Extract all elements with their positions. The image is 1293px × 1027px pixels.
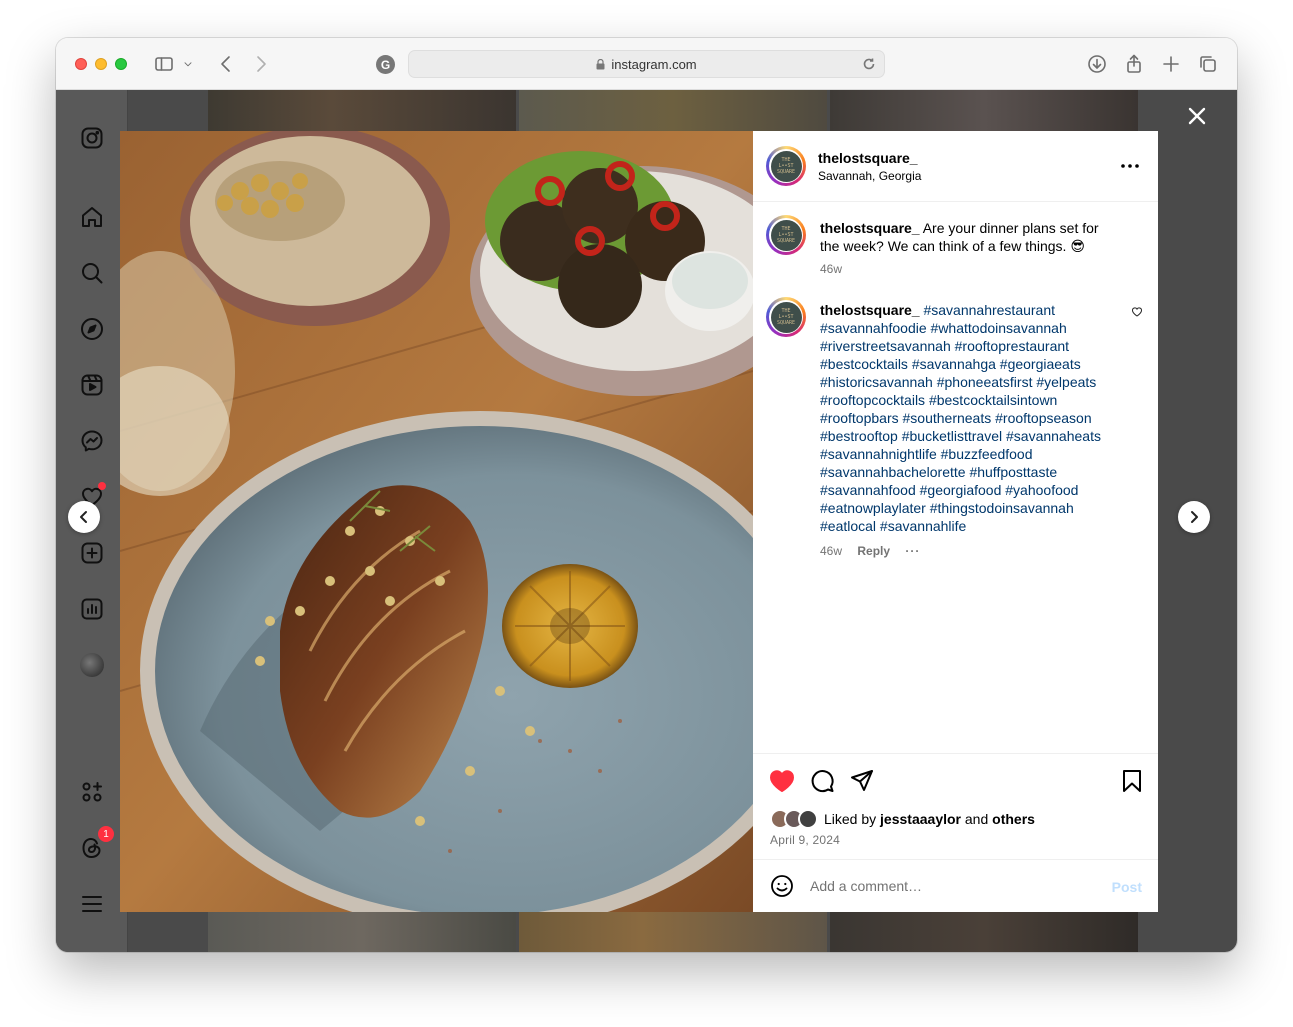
restaurant-logo: THE L••ST SQUARE [770,219,802,251]
forward-button[interactable] [249,52,273,76]
back-button[interactable] [214,52,238,76]
liked-by-others: others [992,811,1035,827]
post-header: THE L••ST SQUARE thelostsquare_ Savannah, … [753,131,1158,202]
explore-icon[interactable] [80,317,104,341]
post-date[interactable]: April 9, 2024 [770,833,840,847]
reload-icon[interactable] [862,57,876,74]
emoji-icon[interactable] [770,874,794,898]
like-heart-icon[interactable] [769,768,795,794]
comment-hashtags[interactable]: #savannahrestaurant #savannahfoodie #wha… [820,302,1101,534]
grid-tile[interactable] [830,912,1138,952]
share-post-icon[interactable] [849,768,875,794]
lock-icon [596,58,605,69]
browser-window: G instagram.com 1 THE L••ST SQUARE thelo… [56,38,1237,952]
post-details-panel: THE L••ST SQUARE thelostsquare_ Savannah, … [753,131,1158,912]
liked-by-user: jesstaaaylor [880,811,961,827]
save-bookmark-icon[interactable] [1119,768,1145,794]
chevron-left-icon [80,511,87,523]
caption-age[interactable]: 46w [820,262,842,276]
more-options-icon[interactable] [1120,159,1140,171]
tab-overview-icon[interactable] [1196,52,1220,76]
zoom-window-button[interactable] [115,58,127,70]
instagram-page: 1 THE L••ST SQUARE thelostsquare_ Savann… [56,90,1237,952]
like-comment-icon[interactable] [1131,305,1143,317]
create-icon[interactable] [80,541,104,565]
profile-avatar[interactable] [80,653,104,677]
food-photo-illustration [120,131,753,912]
next-post-button[interactable] [1178,501,1210,533]
comment-input[interactable] [810,874,1100,898]
comment-options-icon[interactable]: ··· [905,544,920,558]
also-from-meta-icon[interactable] [80,780,104,804]
liked-by-avatars[interactable] [770,809,822,829]
sidebar-toggle-icon[interactable] [152,52,176,76]
reply-button[interactable]: Reply [857,544,890,558]
dashboard-icon[interactable] [80,597,104,621]
search-icon[interactable] [80,261,104,285]
menu-icon[interactable] [80,892,104,916]
close-window-button[interactable] [75,58,87,70]
downloads-icon[interactable] [1085,52,1109,76]
extension-g-icon[interactable]: G [376,55,395,74]
grid-tile[interactable] [519,912,827,952]
threads-icon[interactable]: 1 [80,826,114,860]
comment-icon[interactable] [809,768,835,794]
author-avatar[interactable]: THE L••ST SQUARE [766,297,806,337]
notification-dot [98,482,106,490]
reels-icon[interactable] [80,373,104,397]
threads-badge: 1 [98,826,114,842]
author-avatar[interactable]: THE L••ST SQUARE [766,215,806,255]
author-avatar[interactable]: THE L••ST SQUARE [766,146,806,186]
grid-tile[interactable] [519,90,827,135]
browser-toolbar: G instagram.com [56,38,1237,90]
grid-tile[interactable] [208,90,516,135]
add-comment-bar: Post [753,859,1158,912]
messenger-icon[interactable] [80,429,104,453]
post-modal: THE L••ST SQUARE thelostsquare_ Savannah, … [120,131,1158,912]
chevron-down-icon[interactable] [180,52,196,76]
previous-post-button[interactable] [68,501,100,533]
grid-tile[interactable] [208,912,516,952]
caption-username[interactable]: thelostsquare_ [820,220,920,236]
liked-by-text[interactable]: Liked by jesstaaaylor and others [824,811,1035,827]
author-username[interactable]: thelostsquare_ [818,150,918,166]
close-icon[interactable] [1187,106,1207,126]
restaurant-logo: THE L••ST SQUARE [770,150,802,182]
restaurant-logo: THE L••ST SQUARE [770,301,802,333]
new-tab-icon[interactable] [1159,52,1183,76]
chevron-right-icon [1191,511,1198,523]
instagram-icon[interactable] [80,126,104,150]
grid-tile[interactable] [830,90,1138,135]
address-bar[interactable]: instagram.com [408,50,885,78]
minimize-window-button[interactable] [95,58,107,70]
post-photo[interactable] [120,131,753,912]
comment-age[interactable]: 46w [820,544,842,558]
post-comment-button[interactable]: Post [1112,879,1142,895]
url-text: instagram.com [611,56,697,72]
comment-username[interactable]: thelostsquare_ [820,302,920,318]
post-location[interactable]: Savannah, Georgia [818,169,921,183]
home-icon[interactable] [80,205,104,229]
share-icon[interactable] [1122,52,1146,76]
post-actions: Liked by jesstaaaylor and others April 9… [753,753,1158,859]
